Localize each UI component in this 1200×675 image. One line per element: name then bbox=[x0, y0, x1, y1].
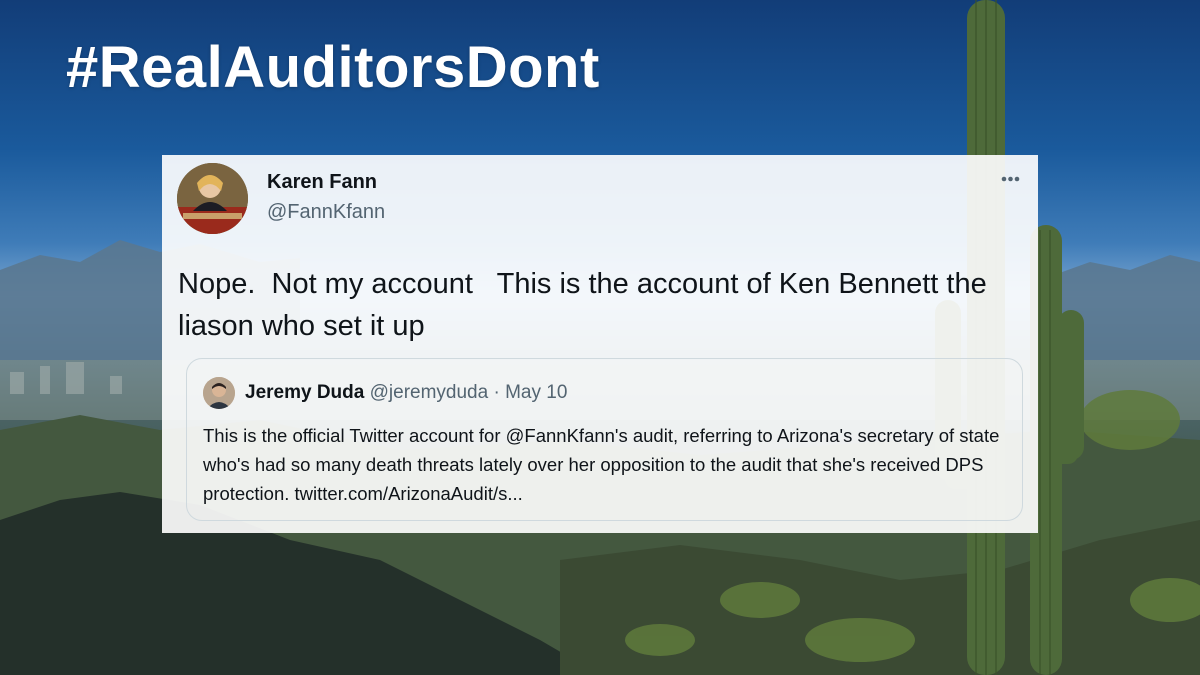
author-avatar[interactable] bbox=[177, 163, 248, 234]
author-name[interactable]: Karen Fann bbox=[267, 171, 377, 194]
quoted-avatar-image bbox=[203, 377, 235, 409]
author-handle[interactable]: @FannKfann bbox=[267, 201, 385, 224]
headline-hashtag: #RealAuditorsDont bbox=[66, 35, 600, 100]
quoted-tweet-separator: · bbox=[493, 382, 500, 403]
quoted-author-handle[interactable]: @jeremyduda bbox=[370, 382, 489, 403]
tweet-card[interactable]: Karen Fann @FannKfann Nope. Not my accou… bbox=[162, 155, 1038, 533]
quoted-tweet-header: Jeremy Duda @jeremyduda · May 10 bbox=[245, 382, 567, 404]
quoted-author-avatar[interactable] bbox=[203, 377, 235, 409]
quoted-tweet[interactable]: Jeremy Duda @jeremyduda · May 10 This is… bbox=[186, 358, 1023, 521]
tweet-text: Nope. Not my account This is the account… bbox=[178, 268, 1003, 342]
quoted-tweet-text: This is the official Twitter account for… bbox=[203, 425, 1000, 504]
quoted-tweet-date[interactable]: May 10 bbox=[505, 382, 567, 403]
quoted-author-name[interactable]: Jeremy Duda bbox=[245, 382, 364, 403]
avatar-image bbox=[177, 163, 248, 234]
more-options-icon[interactable] bbox=[996, 169, 1024, 189]
